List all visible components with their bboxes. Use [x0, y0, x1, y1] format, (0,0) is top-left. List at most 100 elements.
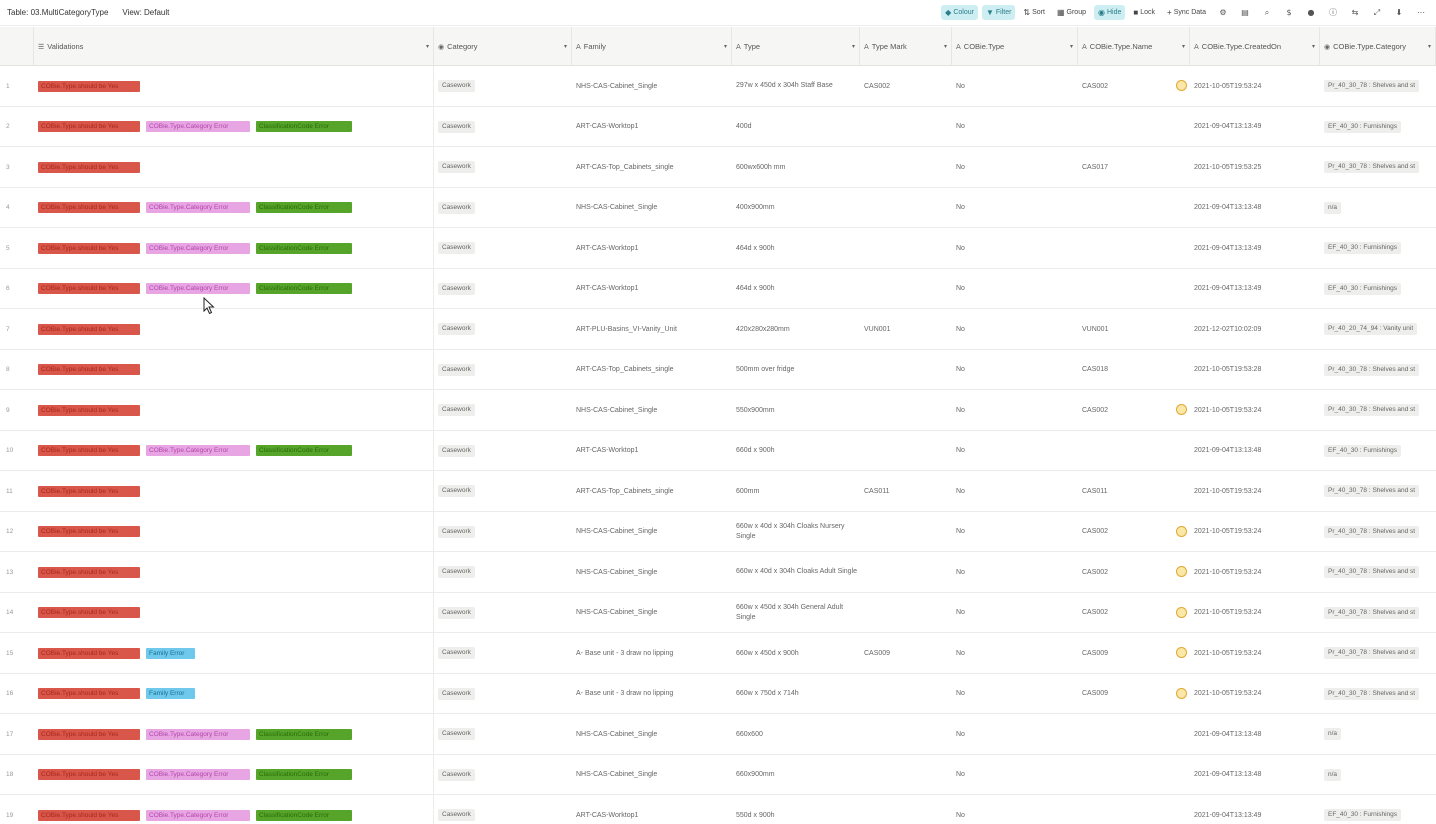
table-row[interactable]: 8 COBie.Type.should be Yes Casework ART-CAS…: [0, 349, 1436, 390]
table-row[interactable]: 1 COBie.Type.should be Yes Casework NHS-CAS…: [0, 66, 1436, 107]
cobie-type-cell[interactable]: No: [952, 390, 1078, 430]
cobie-type-cell[interactable]: No: [952, 147, 1078, 187]
table-row[interactable]: 7 COBie.Type.should be Yes Casework ART-PLU…: [0, 309, 1436, 350]
cobie-type-cell[interactable]: No: [952, 228, 1078, 268]
cobie-type-cell[interactable]: No: [952, 188, 1078, 228]
cobie-type-cell[interactable]: No: [952, 471, 1078, 511]
type-cell[interactable]: 660w x 750d x 714h: [732, 674, 860, 714]
category-cell[interactable]: Casework: [434, 471, 572, 511]
cobie-type-category-cell[interactable]: EF_40_30 : Furnishings: [1320, 795, 1436, 824]
cobie-type-category-cell[interactable]: EF_40_30 : Furnishings: [1320, 431, 1436, 471]
created-on-cell[interactable]: 2021-10-05T19:53:24: [1190, 66, 1320, 106]
cobie-type-name-cell[interactable]: CAS002: [1078, 390, 1190, 430]
group-button[interactable]: ▦ Group: [1053, 5, 1090, 20]
type-mark-cell[interactable]: [860, 755, 952, 795]
family-cell[interactable]: NHS-CAS-Cabinet_Single: [572, 593, 732, 633]
type-mark-cell[interactable]: VUN001: [860, 309, 952, 349]
category-cell[interactable]: Casework: [434, 674, 572, 714]
created-on-cell[interactable]: 2021-09-04T13:13:49: [1190, 228, 1320, 268]
category-cell[interactable]: Casework: [434, 512, 572, 552]
table-row[interactable]: 3 COBie.Type.should be Yes Casework ART-CAS…: [0, 147, 1436, 188]
column-header-type[interactable]: A Type ▾: [732, 27, 860, 66]
cobie-type-name-cell[interactable]: [1078, 714, 1190, 754]
cobie-type-category-cell[interactable]: Pr_40_30_78 : Shelves and st: [1320, 147, 1436, 187]
table-row[interactable]: 10 COBie.Type.should be Yes COBie.Type.Cat…: [0, 430, 1436, 471]
cobie-type-name-cell[interactable]: [1078, 188, 1190, 228]
cobie-type-cell[interactable]: No: [952, 66, 1078, 106]
category-cell[interactable]: Casework: [434, 269, 572, 309]
created-on-cell[interactable]: 2021-10-05T19:53:24: [1190, 674, 1320, 714]
type-mark-cell[interactable]: [860, 228, 952, 268]
validations-cell[interactable]: COBie.Type.should be Yes COBie.Type.Categ…: [34, 106, 434, 147]
validations-cell[interactable]: COBie.Type.should be Yes: [34, 390, 434, 430]
chevron-down-icon[interactable]: ▾: [564, 43, 567, 50]
family-cell[interactable]: ART-CAS-Worktop1: [572, 269, 732, 309]
cobie-type-name-cell[interactable]: CAS018: [1078, 350, 1190, 390]
chevron-down-icon[interactable]: ▾: [426, 43, 429, 50]
type-cell[interactable]: 464d x 900h: [732, 228, 860, 268]
cobie-type-category-cell[interactable]: Pr_40_30_78 : Shelves and st: [1320, 471, 1436, 511]
type-mark-cell[interactable]: [860, 350, 952, 390]
sort-button[interactable]: ⇅ Sort: [1019, 5, 1049, 20]
type-cell[interactable]: 660x600: [732, 714, 860, 754]
table-row[interactable]: 14 COBie.Type.should be Yes Casework NHS-CA…: [0, 592, 1436, 633]
category-cell[interactable]: Casework: [434, 552, 572, 592]
column-header-cobie-type[interactable]: A COBie.Type ▾: [952, 27, 1078, 66]
type-mark-cell[interactable]: [860, 714, 952, 754]
view-name[interactable]: View: Default: [122, 8, 169, 17]
type-mark-cell[interactable]: CAS011: [860, 471, 952, 511]
created-on-cell[interactable]: 2021-10-05T19:53:25: [1190, 147, 1320, 187]
chevron-down-icon[interactable]: ▾: [852, 43, 855, 50]
cobie-type-category-cell[interactable]: EF_40_30 : Furnishings: [1320, 228, 1436, 268]
type-mark-cell[interactable]: [860, 512, 952, 552]
validations-cell[interactable]: COBie.Type.should be Yes COBie.Type.Categ…: [34, 268, 434, 309]
type-mark-cell[interactable]: [860, 552, 952, 592]
category-cell[interactable]: Casework: [434, 66, 572, 106]
category-cell[interactable]: Casework: [434, 350, 572, 390]
filter-button[interactable]: ▼ Filter: [981, 5, 1016, 20]
type-cell[interactable]: 660x900mm: [732, 755, 860, 795]
validations-cell[interactable]: COBie.Type.should be Yes: [34, 511, 434, 552]
category-cell[interactable]: Casework: [434, 755, 572, 795]
family-cell[interactable]: A- Base unit - 3 draw no lipping: [572, 633, 732, 673]
cobie-type-name-cell[interactable]: [1078, 431, 1190, 471]
cobie-type-category-cell[interactable]: Pr_40_30_78 : Shelves and st: [1320, 390, 1436, 430]
type-mark-cell[interactable]: CAS009: [860, 633, 952, 673]
table-name[interactable]: Table: 03.MultiCategoryType: [7, 8, 108, 17]
cobie-type-name-cell[interactable]: CAS002: [1078, 66, 1190, 106]
type-cell[interactable]: 600wx600h mm: [732, 147, 860, 187]
cobie-type-cell[interactable]: No: [952, 593, 1078, 633]
category-cell[interactable]: Casework: [434, 390, 572, 430]
cobie-type-name-cell[interactable]: CAS002: [1078, 593, 1190, 633]
cobie-type-name-cell[interactable]: [1078, 269, 1190, 309]
cobie-type-name-cell[interactable]: CAS009: [1078, 674, 1190, 714]
download-icon[interactable]: ⬇: [1390, 5, 1408, 20]
family-cell[interactable]: NHS-CAS-Cabinet_Single: [572, 714, 732, 754]
share-icon[interactable]: ⇆: [1346, 5, 1364, 20]
table-row[interactable]: 13 COBie.Type.should be Yes Casework NHS-CA…: [0, 552, 1436, 593]
cobie-type-cell[interactable]: No: [952, 107, 1078, 147]
created-on-cell[interactable]: 2021-10-05T19:53:24: [1190, 633, 1320, 673]
type-cell[interactable]: 400d: [732, 107, 860, 147]
table-row[interactable]: 17 COBie.Type.should be Yes COBie.Type.Cat…: [0, 714, 1436, 755]
expand-icon[interactable]: ⤢: [1368, 5, 1386, 20]
type-mark-cell[interactable]: [860, 795, 952, 824]
type-cell[interactable]: 500mm over fridge: [732, 350, 860, 390]
type-mark-cell[interactable]: [860, 674, 952, 714]
column-header-category[interactable]: ◉ Category ▾: [434, 27, 572, 66]
cobie-type-category-cell[interactable]: Pr_40_30_78 : Shelves and st: [1320, 633, 1436, 673]
cobie-type-cell[interactable]: No: [952, 309, 1078, 349]
lock-button[interactable]: ■ Lock: [1129, 5, 1159, 20]
type-mark-cell[interactable]: [860, 188, 952, 228]
validations-cell[interactable]: COBie.Type.should be Yes COBie.Type.Categ…: [34, 187, 434, 228]
cobie-type-cell[interactable]: No: [952, 755, 1078, 795]
type-mark-cell[interactable]: [860, 269, 952, 309]
category-cell[interactable]: Casework: [434, 633, 572, 673]
type-cell[interactable]: 660w x 40d x 304h Cloaks Adult Single: [732, 552, 860, 592]
created-on-cell[interactable]: 2021-09-04T13:13:48: [1190, 755, 1320, 795]
created-on-cell[interactable]: 2021-09-04T13:13:48: [1190, 714, 1320, 754]
category-cell[interactable]: Casework: [434, 431, 572, 471]
created-on-cell[interactable]: 2021-09-04T13:13:49: [1190, 795, 1320, 824]
cobie-type-category-cell[interactable]: Pr_40_30_78 : Shelves and st: [1320, 674, 1436, 714]
family-cell[interactable]: ART-CAS-Top_Cabinets_single: [572, 147, 732, 187]
